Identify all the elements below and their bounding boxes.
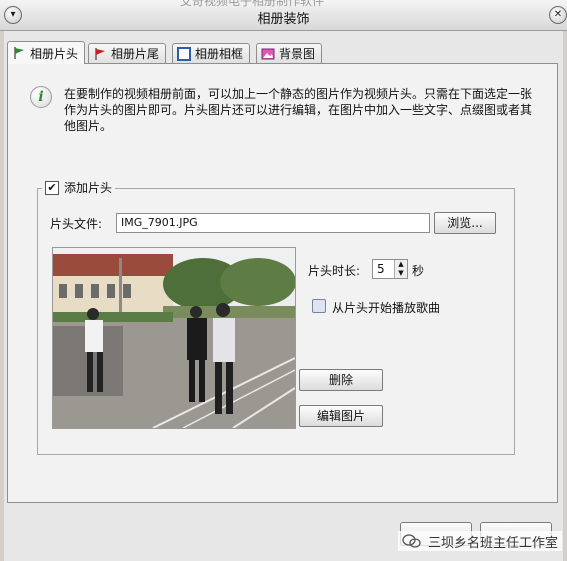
edit-image-button[interactable]: 编辑图片 <box>299 405 383 427</box>
play-music-checkbox[interactable] <box>312 299 326 313</box>
tab-album-frame[interactable]: 相册相框 <box>172 43 251 63</box>
title-bar: 艾奇视频电子相册制作软件 ▾ 相册装饰 ✕ <box>0 0 567 31</box>
close-icon[interactable]: ✕ <box>549 6 567 24</box>
browse-button[interactable]: 浏览... <box>434 212 496 234</box>
add-intro-checkbox[interactable]: ✔ <box>45 180 59 195</box>
tab-background-image[interactable]: 背景图 <box>256 43 323 63</box>
info-description: 在要制作的视频相册前面，可以加上一个静态的图片作为视频片头。只需在下面选定一张作… <box>64 87 533 133</box>
duration-stepper[interactable]: 5 ▲ ▼ <box>372 259 408 279</box>
tab-label: 相册片尾 <box>111 47 160 61</box>
duration-label: 片头时长: <box>308 264 361 278</box>
wechat-icon <box>402 534 421 548</box>
preview-photo <box>53 248 296 429</box>
intro-image-preview <box>52 247 296 429</box>
add-intro-label: 添加片头 <box>64 181 113 195</box>
frame-icon <box>177 46 191 61</box>
play-music-label: 从片头开始播放歌曲 <box>332 301 441 315</box>
tab-label: 相册片头 <box>30 46 79 61</box>
tab-label: 背景图 <box>279 47 316 61</box>
add-intro-checkbox-row[interactable]: ✔ 添加片头 <box>42 179 116 196</box>
pink-image-icon <box>261 48 275 59</box>
red-flag-icon <box>95 47 105 60</box>
tab-album-intro[interactable]: 相册片头 <box>7 41 86 64</box>
watermark-text: 三坝乡名班主任工作室 <box>428 535 559 551</box>
window-title: 相册装饰 <box>257 12 310 27</box>
stepper-arrows-icon[interactable]: ▲ ▼ <box>394 260 407 278</box>
duration-unit: 秒 <box>412 264 425 278</box>
dialog-client: 相册片头 相册片尾 相册相框 背景图 i 在要制作的视频相册前面，可以加上一个静… <box>4 31 563 561</box>
green-flag-icon <box>14 47 24 59</box>
tab-label: 相册相框 <box>195 47 244 61</box>
watermark-overlay: 三坝乡名班主任工作室 <box>398 531 563 551</box>
duration-value[interactable]: 5 <box>377 262 385 276</box>
intro-file-field[interactable]: IMG_7901.JPG <box>116 213 430 233</box>
intro-file-label: 片头文件: <box>50 217 103 231</box>
tab-album-ending[interactable]: 相册片尾 <box>88 43 167 63</box>
info-icon: i <box>30 86 52 108</box>
delete-button[interactable]: 删除 <box>299 369 383 391</box>
